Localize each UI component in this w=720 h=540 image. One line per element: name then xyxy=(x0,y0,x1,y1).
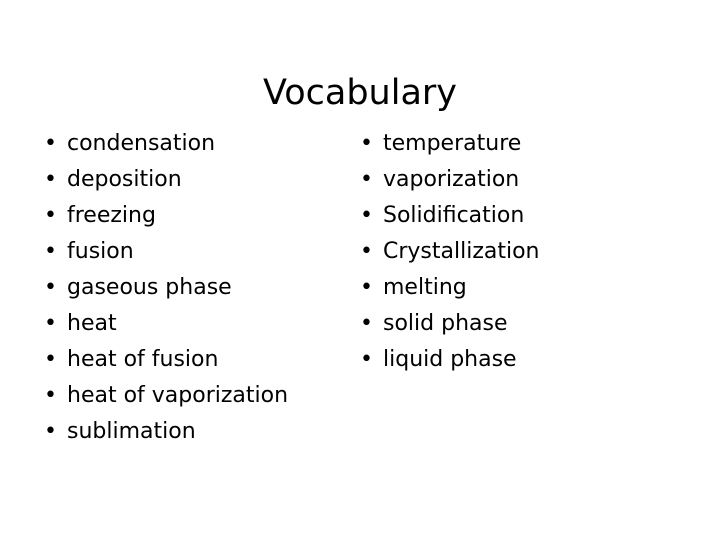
list-item: • Crystallization xyxy=(356,234,666,270)
bullet-icon: • xyxy=(44,383,57,408)
list-item: • heat of vaporization xyxy=(40,378,340,414)
page-title: Vocabulary xyxy=(262,73,457,114)
list-item: • Solidification xyxy=(356,198,666,234)
bullet-icon: • xyxy=(360,275,373,300)
list-item: • melting xyxy=(356,270,666,306)
list-item-label: gaseous phase xyxy=(67,275,232,300)
list-item-label: heat of vaporization xyxy=(67,383,289,408)
list-item: • temperature xyxy=(356,126,666,162)
vocabulary-column-right: • temperature • vaporization • Solidific… xyxy=(356,126,666,378)
list-item-label: liquid phase xyxy=(383,347,517,372)
list-item-label: vaporization xyxy=(383,167,520,192)
list-item: • heat of fusion xyxy=(40,342,340,378)
bullet-icon: • xyxy=(360,311,373,336)
list-item: • sublimation xyxy=(40,414,340,450)
bullet-icon: • xyxy=(360,131,373,156)
list-item: • liquid phase xyxy=(356,342,666,378)
list-item-label: condensation xyxy=(67,131,216,156)
list-item: • deposition xyxy=(40,162,340,198)
list-item-label: fusion xyxy=(67,239,134,264)
list-item-label: Solidification xyxy=(383,203,525,228)
list-item: • fusion xyxy=(40,234,340,270)
list-item: • vaporization xyxy=(356,162,666,198)
bullet-icon: • xyxy=(44,347,57,372)
list-item-label: solid phase xyxy=(383,311,508,336)
list-item-label: melting xyxy=(383,275,467,300)
vocabulary-list-left: • condensation • deposition • freezing •… xyxy=(40,126,340,450)
list-item-label: freezing xyxy=(67,203,156,228)
bullet-icon: • xyxy=(44,311,57,336)
bullet-icon: • xyxy=(44,167,57,192)
list-item: • solid phase xyxy=(356,306,666,342)
list-item-label: Crystallization xyxy=(383,239,540,264)
bullet-icon: • xyxy=(360,167,373,192)
bullet-icon: • xyxy=(44,239,57,264)
vocabulary-columns: • condensation • deposition • freezing •… xyxy=(0,126,720,456)
list-item: • condensation xyxy=(40,126,340,162)
list-item-label: temperature xyxy=(383,131,522,156)
list-item: • gaseous phase xyxy=(40,270,340,306)
list-item-label: sublimation xyxy=(67,419,196,444)
bullet-icon: • xyxy=(44,275,57,300)
slide: Vocabulary • condensation • deposition •… xyxy=(0,0,720,540)
bullet-icon: • xyxy=(44,131,57,156)
list-item-label: heat xyxy=(67,311,117,336)
vocabulary-list-right: • temperature • vaporization • Solidific… xyxy=(356,126,666,378)
bullet-icon: • xyxy=(44,419,57,444)
list-item-label: heat of fusion xyxy=(67,347,219,372)
bullet-icon: • xyxy=(360,203,373,228)
vocabulary-column-left: • condensation • deposition • freezing •… xyxy=(40,126,340,450)
bullet-icon: • xyxy=(360,239,373,264)
bullet-icon: • xyxy=(360,347,373,372)
bullet-icon: • xyxy=(44,203,57,228)
list-item: • freezing xyxy=(40,198,340,234)
list-item: • heat xyxy=(40,306,340,342)
list-item-label: deposition xyxy=(67,167,182,192)
